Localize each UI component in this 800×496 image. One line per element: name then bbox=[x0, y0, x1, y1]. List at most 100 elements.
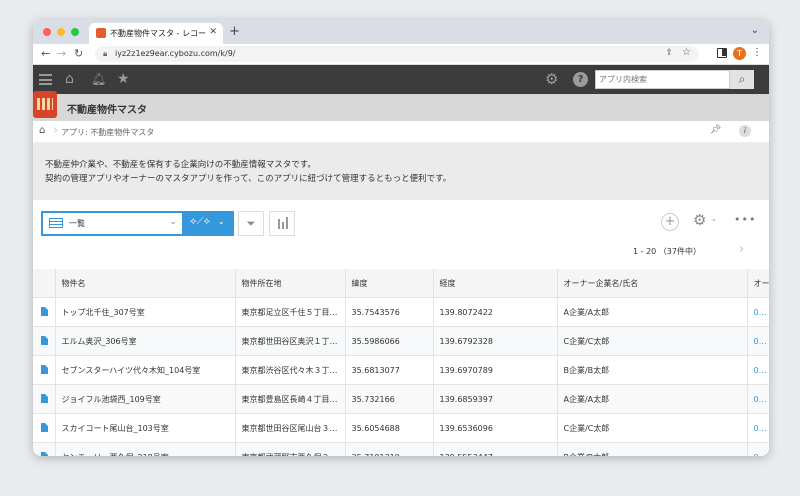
app-name: 不動産物件マスタ bbox=[67, 105, 147, 116]
table-cell: センチュリー西久保_218号室 bbox=[55, 442, 236, 456]
table-cell: B企業/B太郎 bbox=[557, 355, 748, 385]
breadcrumb-home-icon[interactable]: ⌂ bbox=[39, 125, 45, 136]
column-header[interactable]: 物件名 bbox=[55, 269, 236, 298]
reload-icon[interactable]: ↻ bbox=[74, 47, 83, 60]
phone-link[interactable]: 03-6 bbox=[747, 413, 769, 443]
back-icon[interactable]: ← bbox=[41, 47, 50, 60]
search-icon[interactable]: ⌕ bbox=[730, 70, 754, 89]
bookmark-star-icon[interactable]: ☆ bbox=[682, 47, 691, 58]
close-window-dot[interactable] bbox=[43, 28, 51, 36]
url-text: iyz2z1ez9ear.cybozu.com/k/9/ bbox=[115, 49, 236, 58]
table-cell: トップ北千住_307号室 bbox=[55, 297, 236, 327]
record-detail-icon[interactable] bbox=[41, 306, 48, 316]
filter-funnel-icon: ⏷ bbox=[246, 217, 256, 230]
table-cell: 35.5986066 bbox=[345, 326, 434, 356]
table-cell: 35.7101319 bbox=[345, 442, 434, 456]
record-detail-cell[interactable] bbox=[33, 297, 56, 327]
more-options-icon[interactable]: ••• bbox=[734, 213, 756, 226]
browser-tab[interactable]: 不動産物件マスタ - レコードの一覧 ✕ bbox=[89, 23, 223, 44]
record-detail-cell[interactable] bbox=[33, 326, 56, 356]
next-page-icon[interactable]: › bbox=[739, 242, 744, 257]
column-header[interactable]: オー bbox=[747, 269, 769, 298]
pagination: 1 - 20 （37件中） › bbox=[33, 240, 769, 262]
table-cell: 139.8072422 bbox=[433, 297, 558, 327]
record-detail-icon[interactable] bbox=[41, 393, 48, 403]
phone-link[interactable]: 03-6 bbox=[747, 355, 769, 385]
record-detail-cell[interactable] bbox=[33, 355, 56, 385]
notification-bell-icon[interactable]: 🔔︎ bbox=[91, 72, 106, 86]
app-settings-gear-icon[interactable]: ⚙ bbox=[693, 211, 706, 229]
chart-button[interactable] bbox=[269, 211, 295, 236]
phone-link[interactable]: 03-6 bbox=[747, 297, 769, 327]
table-cell: 東京都足立区千住５丁目… bbox=[235, 297, 346, 327]
favorites-star-icon[interactable]: ★ bbox=[117, 71, 130, 87]
table-row[interactable]: エルム奥沢_306号室 東京都世田谷区奥沢１丁… 35.5986066 139.… bbox=[33, 326, 769, 356]
view-selector[interactable]: 一覧 ⌄ bbox=[41, 211, 184, 236]
chevron-down-icon[interactable]: ⌄ bbox=[711, 215, 717, 223]
line-graph-icon: ⟡⟋⟡ bbox=[190, 216, 211, 227]
table-cell: 35.7543576 bbox=[345, 297, 434, 327]
new-tab-icon[interactable]: + bbox=[229, 24, 240, 39]
table-row[interactable]: セブンスターハイツ代々木知_104号室 東京都渋谷区代々木３丁… 35.6813… bbox=[33, 355, 769, 385]
hamburger-menu-icon[interactable] bbox=[39, 74, 52, 85]
add-record-button[interactable]: + bbox=[661, 213, 679, 231]
url-field[interactable]: 🔒︎ iyz2z1ez9ear.cybozu.com/k/9/ ⇪ ☆ bbox=[95, 46, 699, 62]
table-row[interactable]: トップ北千住_307号室 東京都足立区千住５丁目… 35.7543576 139… bbox=[33, 297, 769, 327]
phone-link[interactable]: 03-6 bbox=[747, 442, 769, 456]
chevron-down-icon: ⌄ bbox=[218, 217, 225, 226]
share-icon[interactable]: ⇪ bbox=[665, 48, 673, 58]
table-cell: B企業/B太郎 bbox=[557, 442, 748, 456]
table-cell: ジョイフル池袋西_109号室 bbox=[55, 384, 236, 414]
table-row[interactable]: ジョイフル池袋西_109号室 東京都豊島区長崎４丁目… 35.732166 13… bbox=[33, 384, 769, 414]
tab-list-chevron-icon[interactable]: ⌄ bbox=[751, 25, 759, 36]
table-cell: 東京都渋谷区代々木３丁… bbox=[235, 355, 346, 385]
column-header[interactable]: オーナー企業名/氏名 bbox=[557, 269, 748, 298]
minimize-window-dot[interactable] bbox=[57, 28, 65, 36]
app-info-icon[interactable]: i bbox=[739, 125, 751, 137]
list-view-icon bbox=[49, 218, 63, 228]
column-header[interactable]: 物件所在地 bbox=[235, 269, 346, 298]
record-detail-cell[interactable] bbox=[33, 442, 56, 456]
column-header[interactable]: 緯度 bbox=[345, 269, 434, 298]
table-row[interactable]: センチュリー西久保_218号室 東京都武蔵野市西久保２… 35.7101319 … bbox=[33, 442, 769, 456]
filter-button[interactable]: ⏷ bbox=[238, 211, 264, 236]
record-detail-icon[interactable] bbox=[41, 364, 48, 374]
table-cell: セブンスターハイツ代々木知_104号室 bbox=[55, 355, 236, 385]
table-cell: スカイコート尾山台_103号室 bbox=[55, 413, 236, 443]
forward-icon[interactable]: → bbox=[57, 47, 66, 60]
breadcrumb: ⌂ › アプリ: 不動産物件マスタ 📌︎ i bbox=[33, 121, 769, 143]
profile-avatar[interactable]: T bbox=[733, 47, 746, 60]
record-detail-cell[interactable] bbox=[33, 384, 56, 414]
lock-icon: 🔒︎ bbox=[103, 49, 108, 58]
table-header-icon-column bbox=[33, 269, 56, 298]
record-detail-cell[interactable] bbox=[33, 413, 56, 443]
table-header-row: 物件名 物件所在地 緯度 経度 オーナー企業名/氏名 オー bbox=[33, 269, 769, 298]
breadcrumb-app-link[interactable]: アプリ: 不動産物件マスタ bbox=[61, 127, 154, 138]
bar-chart-icon bbox=[278, 219, 280, 229]
record-detail-icon[interactable] bbox=[41, 335, 48, 345]
table-cell: 東京都世田谷区尾山台３… bbox=[235, 413, 346, 443]
browser-menu-icon[interactable]: ⋮ bbox=[752, 47, 762, 58]
table-cell: 東京都豊島区長崎４丁目… bbox=[235, 384, 346, 414]
maximize-window-dot[interactable] bbox=[71, 28, 79, 36]
app-search-input[interactable] bbox=[599, 72, 719, 87]
help-icon[interactable]: ? bbox=[573, 72, 588, 87]
settings-gear-icon[interactable]: ⚙ bbox=[545, 70, 558, 88]
close-tab-icon[interactable]: ✕ bbox=[209, 27, 217, 37]
table-row[interactable]: スカイコート尾山台_103号室 東京都世田谷区尾山台３… 35.6054688 … bbox=[33, 413, 769, 443]
phone-link[interactable]: 03-6 bbox=[747, 326, 769, 356]
view-toolbar: 一覧 ⌄ ⟡⟋⟡ ⌄ ⏷ + ⚙ ⌄ ••• bbox=[33, 200, 769, 240]
pin-icon[interactable]: 📌︎ bbox=[710, 125, 721, 135]
chevron-down-icon: ⌄ bbox=[169, 217, 177, 227]
column-header[interactable]: 経度 bbox=[433, 269, 558, 298]
graph-view-button[interactable]: ⟡⟋⟡ ⌄ bbox=[184, 211, 234, 236]
table-cell: A企業/A太郎 bbox=[557, 384, 748, 414]
table-cell: 35.732166 bbox=[345, 384, 434, 414]
home-icon[interactable]: ⌂ bbox=[65, 71, 74, 87]
side-panel-icon[interactable] bbox=[717, 48, 727, 58]
table-cell: 139.6859397 bbox=[433, 384, 558, 414]
table-cell: 139.6970789 bbox=[433, 355, 558, 385]
record-detail-icon[interactable] bbox=[41, 422, 48, 432]
record-detail-icon[interactable] bbox=[41, 451, 48, 456]
phone-link[interactable]: 03-6 bbox=[747, 384, 769, 414]
